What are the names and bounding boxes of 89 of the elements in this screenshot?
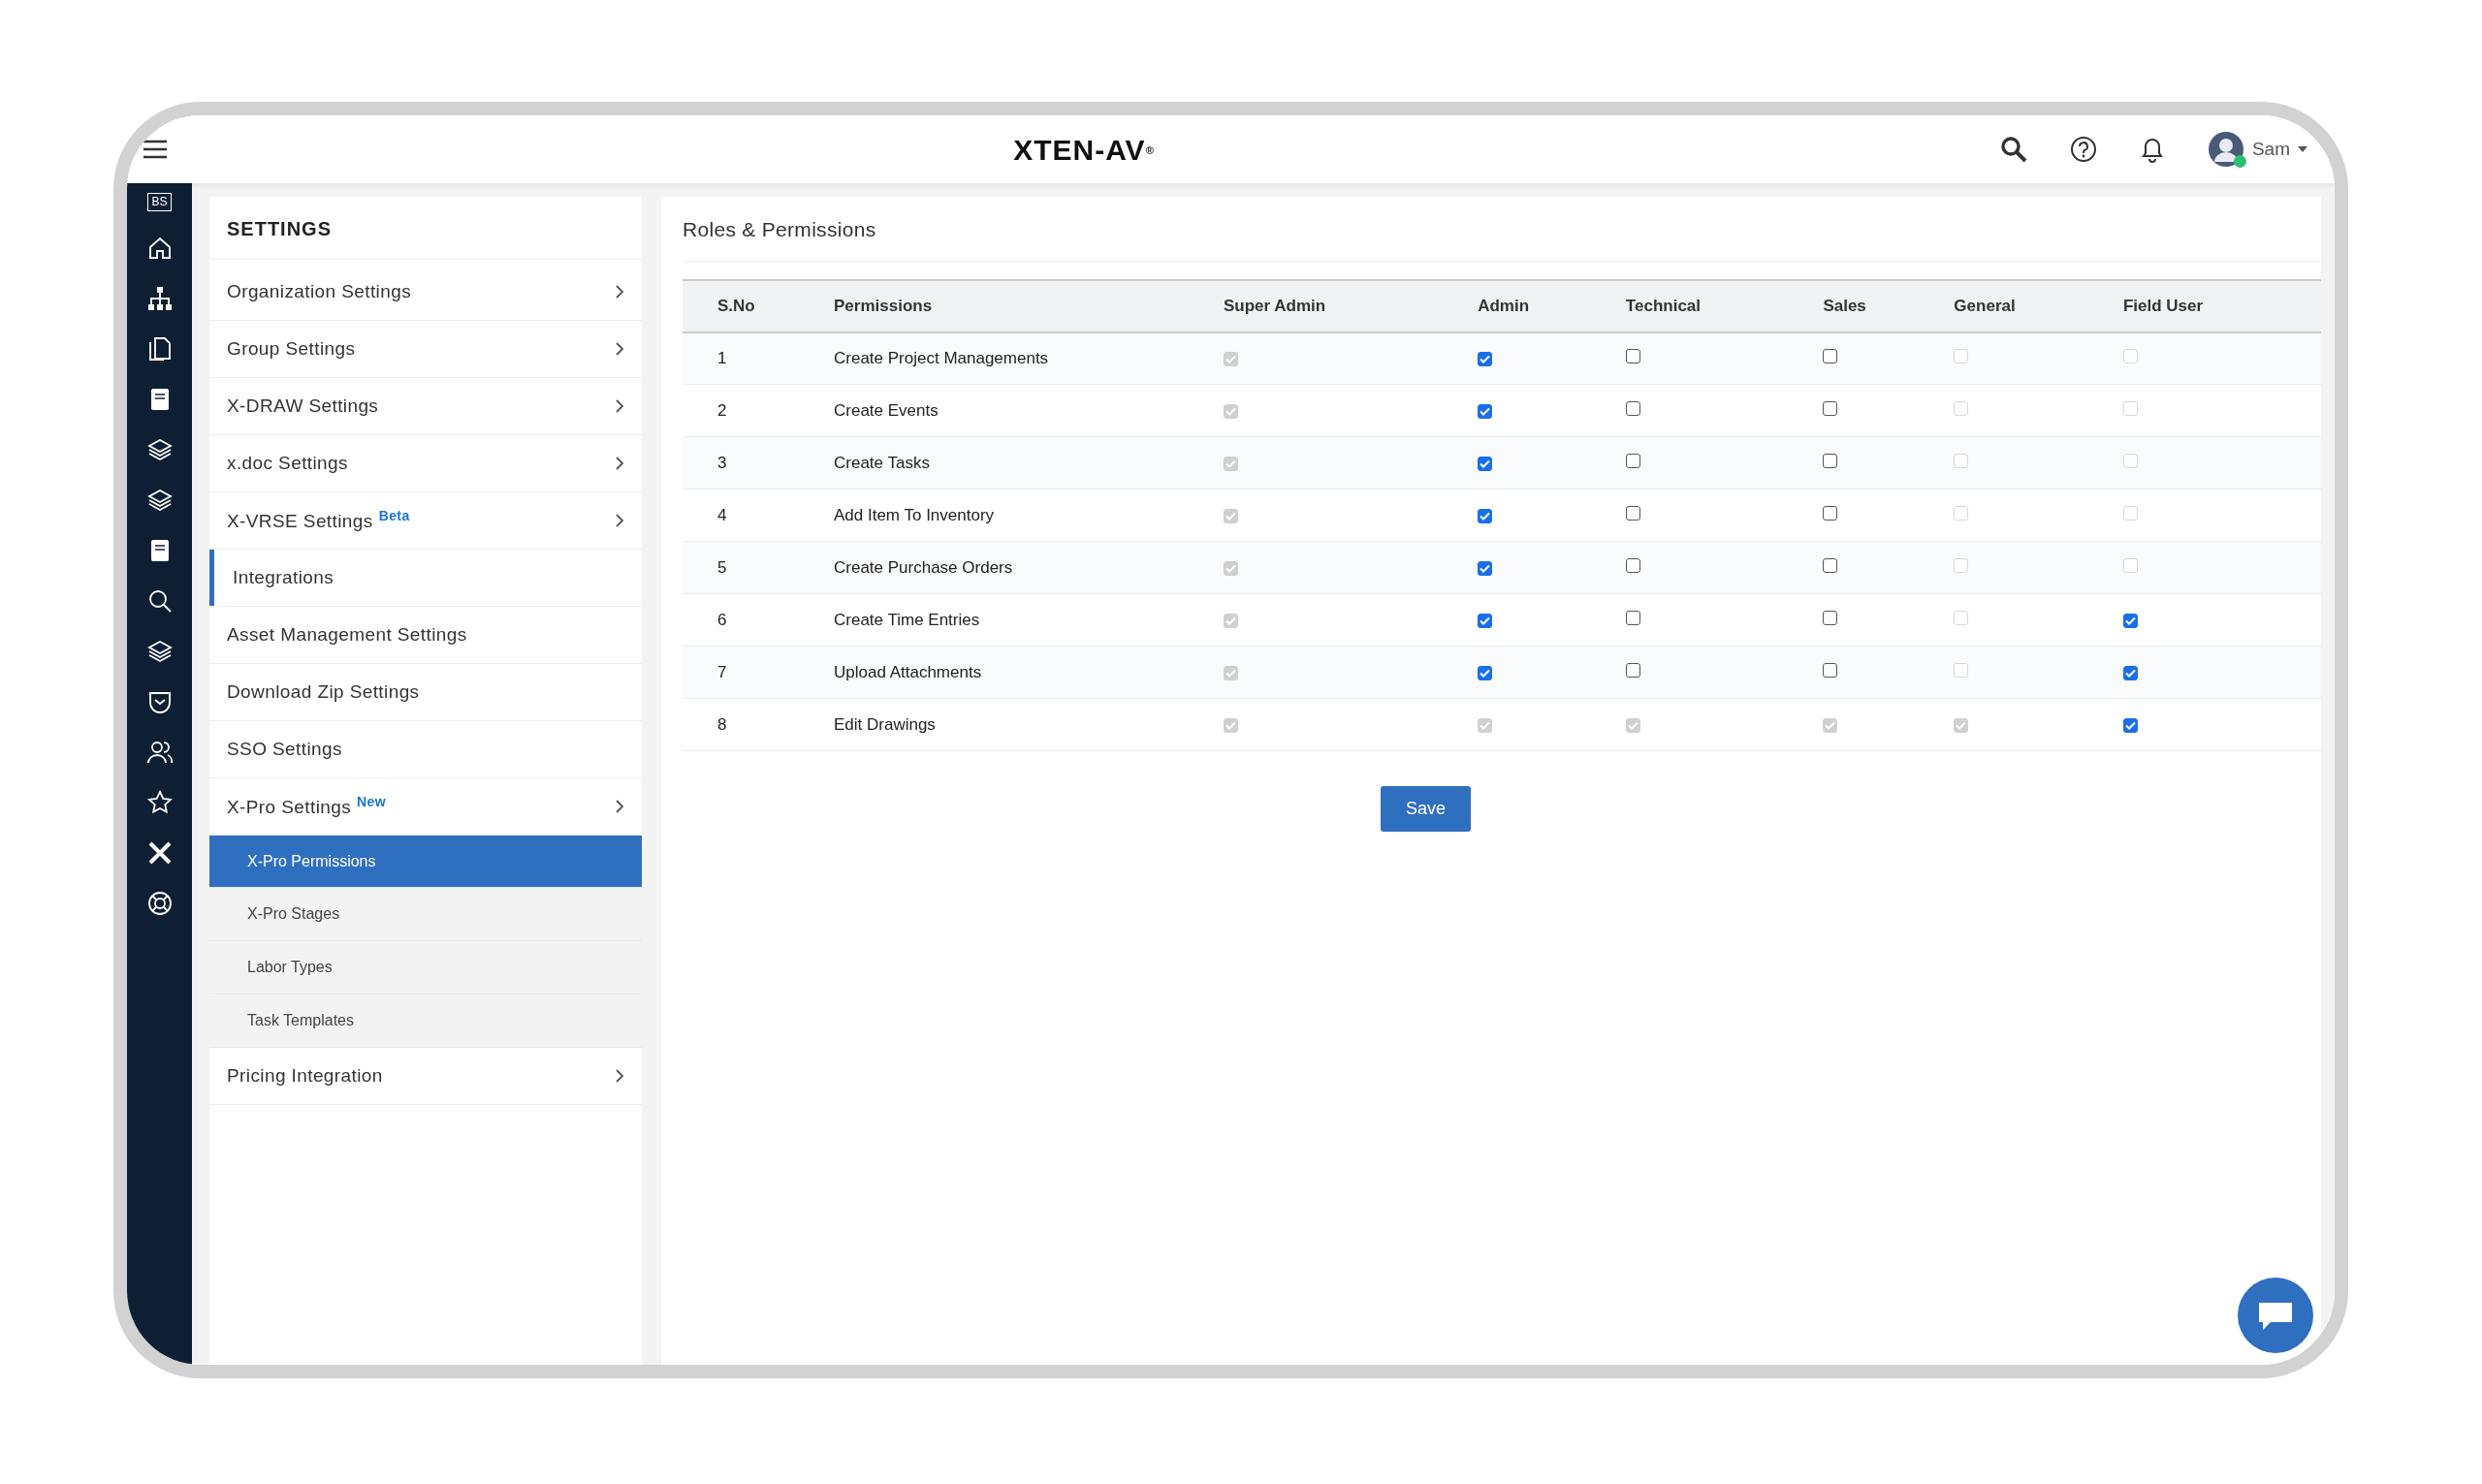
menu-item-label: Organization Settings (227, 279, 412, 303)
permission-checkbox[interactable] (1478, 560, 1493, 576)
tag-label: New (357, 793, 387, 809)
permission-checkbox[interactable] (1625, 349, 1640, 363)
hierarchy-icon[interactable] (145, 285, 174, 313)
table-cell: Add Item To Inventory (824, 489, 1214, 542)
menu-item-label: SSO Settings (227, 737, 342, 761)
permission-checkbox[interactable] (1478, 352, 1493, 366)
table-cell: Create Project Managements (824, 332, 1214, 385)
menu-item-label: Pricing Integration (227, 1063, 383, 1088)
permission-checkbox[interactable] (1478, 456, 1493, 471)
table-cell: Create Purchase Orders (824, 541, 1214, 594)
submenu-item[interactable]: X-Pro Permissions (209, 836, 642, 888)
column-header: Permissions (824, 279, 1214, 332)
permission-checkbox[interactable] (1625, 453, 1640, 468)
settings-menu-item[interactable]: Download Zip Settings (209, 664, 642, 721)
permission-checkbox[interactable] (1625, 610, 1640, 625)
column-header: Super Admin (1214, 279, 1469, 332)
permission-checkbox[interactable] (1823, 557, 1838, 573)
permission-checkbox[interactable] (1823, 662, 1838, 678)
settings-title: SETTINGS (209, 197, 642, 260)
permission-checkbox[interactable] (1823, 610, 1838, 625)
table-cell: 3 (683, 436, 824, 489)
settings-menu-item[interactable]: Integrations (209, 550, 642, 607)
tag-label: Beta (378, 507, 410, 523)
column-header: Technical (1615, 279, 1814, 332)
table-cell: Edit Drawings (824, 698, 1214, 751)
table-cell: 1 (683, 332, 824, 385)
table-cell: 2 (683, 384, 824, 437)
permission-checkbox[interactable] (1823, 505, 1838, 521)
permission-checkbox[interactable] (1478, 508, 1493, 523)
search-icon[interactable] (1999, 136, 2027, 163)
user-name[interactable]: Sam (2251, 135, 2290, 164)
menu-item-label: Group Settings (227, 336, 356, 361)
permission-checkbox[interactable] (1625, 557, 1640, 573)
submenu-item[interactable]: X-Pro Stages (209, 888, 642, 941)
menu-item-label: X-DRAW Settings (227, 394, 379, 418)
save-button[interactable]: Save (1381, 786, 1472, 832)
column-header: General (1944, 279, 2114, 332)
menu-item-label: X-VRSE Settings $^{Beta}$ (227, 506, 410, 533)
workspace-monogram[interactable]: BS (147, 193, 172, 212)
column-header: S.No (683, 279, 824, 332)
permission-checkbox[interactable] (1625, 505, 1640, 521)
table-cell: Create Tasks (824, 436, 1214, 489)
permission-checkbox[interactable] (1823, 453, 1838, 468)
settings-menu-item[interactable]: Group Settings (209, 321, 642, 378)
permission-checkbox[interactable] (1478, 665, 1493, 680)
permission-checkbox[interactable] (1625, 400, 1640, 416)
help-icon[interactable] (2069, 136, 2097, 163)
lifebuoy-icon[interactable] (145, 890, 174, 918)
submenu-item[interactable]: Labor Types (209, 941, 642, 995)
settings-menu-item[interactable]: SSO Settings (209, 721, 642, 778)
table-cell: Create Time Entries (824, 593, 1214, 647)
table-cell: Create Events (824, 384, 1214, 437)
permission-checkbox[interactable] (1478, 403, 1493, 419)
bell-icon[interactable] (2139, 136, 2165, 163)
settings-menu-item[interactable]: X-VRSE Settings $^{Beta}$ (209, 492, 642, 550)
settings-menu-item[interactable]: Organization Settings (209, 264, 642, 321)
submenu-item[interactable]: Task Templates (209, 995, 642, 1048)
settings-menu-item[interactable]: Pricing Integration (209, 1048, 642, 1105)
column-header: Field User (2113, 279, 2321, 332)
settings-menu-item[interactable]: x.doc Settings (209, 435, 642, 492)
settings-menu-item[interactable]: X-DRAW Settings (209, 378, 642, 435)
page-title: Roles & Permissions (683, 197, 2321, 262)
table-cell: 4 (683, 489, 824, 542)
permission-checkbox[interactable] (1823, 400, 1838, 416)
permission-checkbox[interactable] (2122, 717, 2138, 733)
menu-item-label: X-Pro Settings $^{New}$ (227, 792, 387, 819)
column-header: Admin (1468, 279, 1616, 332)
table-cell: 8 (683, 698, 824, 751)
logo: XTEN-AV$^{®}$ (1013, 132, 1155, 168)
menu-item-label: x.doc Settings (227, 451, 348, 475)
permission-checkbox[interactable] (2122, 665, 2138, 680)
permission-checkbox[interactable] (1625, 662, 1640, 678)
menu-item-label: Asset Management Settings (227, 622, 467, 647)
permission-checkbox[interactable] (1823, 349, 1838, 363)
settings-menu-item[interactable]: Asset Management Settings (209, 607, 642, 664)
permission-checkbox[interactable] (2122, 613, 2138, 628)
table-cell: 6 (683, 593, 824, 647)
menu-icon[interactable] (143, 140, 168, 159)
permission-checkbox[interactable] (1478, 613, 1493, 628)
caret-icon[interactable] (2298, 146, 2307, 152)
table-cell: 7 (683, 646, 824, 699)
column-header: Sales (1813, 279, 1945, 332)
table-cell: Upload Attachments (824, 646, 1214, 699)
menu-item-label: Download Zip Settings (227, 679, 420, 704)
avatar-icon[interactable] (2207, 131, 2244, 168)
menu-item-label: Integrations (233, 565, 334, 589)
table-cell: 5 (683, 541, 824, 594)
